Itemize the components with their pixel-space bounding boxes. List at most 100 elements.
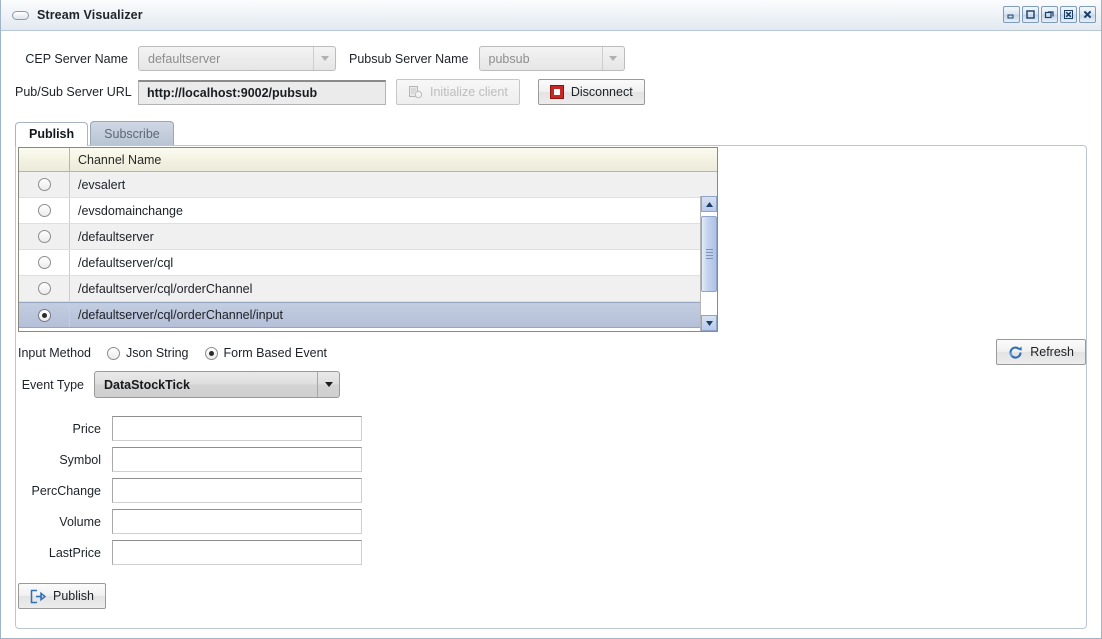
field-row-price: Price: [18, 413, 362, 444]
cep-server-label: CEP Server Name: [25, 51, 128, 66]
percchange-label: PercChange: [31, 483, 102, 498]
table-row[interactable]: /defaultserver/cql: [19, 250, 717, 276]
refresh-button[interactable]: Refresh: [996, 339, 1086, 365]
application-window: Stream Visualizer CEP Server Name defaul…: [0, 0, 1102, 639]
field-row-lastprice: LastPrice: [18, 537, 362, 568]
channel-radio-cell[interactable]: [19, 198, 70, 223]
title-bar: Stream Visualizer: [1, 0, 1101, 31]
window-controls: [1003, 6, 1096, 23]
radio-icon[interactable]: [37, 256, 51, 269]
input-method-label: Input Method: [18, 346, 91, 360]
refresh-label: Refresh: [1030, 345, 1074, 359]
channel-radio-cell[interactable]: [19, 172, 70, 197]
table-row-selected[interactable]: /defaultserver/cql/orderChannel/input: [19, 302, 717, 328]
minimize-button[interactable]: [1003, 6, 1020, 23]
pubsub-server-label: Pubsub Server Name: [349, 51, 469, 66]
event-fields-form: Price Symbol PercChange Volume LastPrice: [18, 413, 362, 568]
disconnect-button[interactable]: Disconnect: [537, 79, 645, 105]
restore-button[interactable]: [1041, 6, 1058, 23]
radio-icon[interactable]: [37, 282, 51, 295]
radio-icon-checked[interactable]: [204, 346, 218, 360]
channel-table-scrollbar[interactable]: [700, 196, 717, 331]
symbol-input[interactable]: [112, 447, 362, 472]
channel-table: Channel Name /evsalert /evsdomainchange …: [18, 147, 718, 332]
publish-button[interactable]: Publish: [18, 583, 106, 609]
connection-actions-row: Pub/Sub Server URL http://localhost:9002…: [1, 79, 1101, 105]
price-label: Price: [72, 421, 101, 436]
symbol-label: Symbol: [59, 452, 101, 467]
channel-select-column-header: [19, 148, 70, 171]
radio-icon-checked[interactable]: [37, 308, 51, 322]
channel-name-column-header: Channel Name: [78, 152, 162, 167]
cep-server-dropdown[interactable]: defaultserver: [138, 46, 336, 71]
pubsub-url-field[interactable]: http://localhost:9002/pubsub: [138, 79, 386, 105]
close-button[interactable]: [1079, 6, 1096, 23]
table-row[interactable]: /defaultserver: [19, 224, 717, 250]
event-type-row: Event Type DataStockTick: [18, 371, 340, 398]
pill-icon: [12, 10, 29, 20]
field-row-percchange: PercChange: [18, 475, 362, 506]
chevron-down-icon: [313, 47, 335, 70]
cep-server-value: defaultserver: [148, 51, 221, 66]
grip-icon: [705, 247, 713, 261]
channel-radio-cell[interactable]: [19, 276, 70, 301]
refresh-icon: [1008, 345, 1023, 360]
channel-name-cell: /evsalert: [78, 177, 126, 192]
channel-radio-cell[interactable]: [19, 303, 70, 327]
percchange-input[interactable]: [112, 478, 362, 503]
table-row[interactable]: /evsalert: [19, 172, 717, 198]
channel-name-cell: /defaultserver/cql: [78, 255, 174, 270]
channel-table-header: Channel Name: [19, 148, 717, 172]
input-method-option-label: Form Based Event: [223, 346, 328, 360]
disconnect-label: Disconnect: [570, 85, 633, 99]
event-type-label: Event Type: [21, 377, 84, 392]
channel-table-body: /evsalert /evsdomainchange /defaultserve…: [19, 172, 717, 331]
tab-subscribe-label: Subscribe: [104, 126, 160, 141]
chevron-down-icon: [601, 47, 624, 70]
channel-name-cell: /defaultserver: [78, 229, 154, 244]
input-method-row: Input Method Json String Form Based Even…: [18, 342, 712, 364]
radio-icon[interactable]: [37, 178, 51, 191]
radio-icon[interactable]: [106, 346, 120, 360]
scrollbar-track[interactable]: [701, 212, 717, 315]
window-title: Stream Visualizer: [37, 8, 143, 22]
close-box-button[interactable]: [1060, 6, 1077, 23]
scrollbar-thumb[interactable]: [701, 216, 717, 292]
channel-radio-cell[interactable]: [19, 250, 70, 275]
event-type-value: DataStockTick: [104, 377, 190, 392]
scroll-down-icon[interactable]: [701, 315, 717, 331]
radio-icon[interactable]: [37, 230, 51, 243]
scroll-up-icon[interactable]: [701, 196, 717, 212]
channel-radio-cell[interactable]: [19, 224, 70, 249]
input-method-option-json-string[interactable]: Json String: [106, 346, 189, 360]
radio-icon[interactable]: [37, 204, 51, 217]
event-type-dropdown[interactable]: DataStockTick: [94, 371, 340, 398]
stop-square-icon: [549, 85, 564, 99]
chevron-down-icon: [317, 372, 339, 397]
price-input[interactable]: [112, 416, 362, 441]
publish-label: Publish: [53, 589, 94, 603]
lastprice-label: LastPrice: [48, 545, 101, 560]
tab-publish-label: Publish: [29, 127, 75, 141]
table-row[interactable]: /evsdomainchange: [19, 198, 717, 224]
input-method-option-form-based-event[interactable]: Form Based Event: [204, 346, 328, 360]
publish-panel: Channel Name /evsalert /evsdomainchange …: [15, 145, 1087, 629]
maximize-button[interactable]: [1022, 6, 1039, 23]
channel-name-cell: /defaultserver/cql/orderChannel: [78, 281, 253, 296]
initialize-client-label: Initialize client: [430, 85, 508, 99]
field-row-symbol: Symbol: [18, 444, 362, 475]
initialize-client-button[interactable]: Initialize client: [396, 79, 520, 105]
channel-name-cell: /evsdomainchange: [78, 203, 183, 218]
tab-subscribe[interactable]: Subscribe: [90, 121, 174, 145]
field-row-volume: Volume: [18, 506, 362, 537]
pubsub-url-value: http://localhost:9002/pubsub: [147, 85, 318, 100]
table-row[interactable]: /defaultserver/cql/orderChannel: [19, 276, 717, 302]
server-selection-row: CEP Server Name defaultserver Pubsub Ser…: [1, 46, 1101, 71]
pubsub-url-label: Pub/Sub Server URL: [15, 85, 132, 99]
tab-publish[interactable]: Publish: [15, 122, 89, 146]
lastprice-input[interactable]: [112, 540, 362, 565]
volume-input[interactable]: [112, 509, 362, 534]
export-icon: [30, 589, 46, 604]
init-client-icon: [408, 85, 423, 100]
pubsub-server-dropdown[interactable]: pubsub: [478, 46, 625, 71]
